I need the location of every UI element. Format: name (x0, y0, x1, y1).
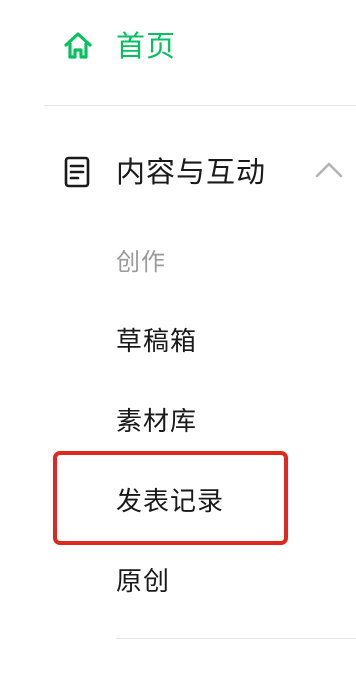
divider (44, 105, 356, 106)
sidebar-item-home-label: 首页 (116, 29, 177, 63)
divider (116, 638, 356, 639)
sidebar-nav: 首页 内容与互动 创作 草稿箱 素材库 发表记录 原创 (0, 0, 356, 678)
sidebar-item-drafts[interactable]: 草稿箱 (116, 322, 197, 362)
sidebar-item-original[interactable]: 原创 (116, 562, 170, 602)
home-icon (62, 30, 94, 62)
sidebar-item-materials[interactable]: 素材库 (116, 402, 197, 442)
sidebar-item-home[interactable]: 首页 (62, 24, 176, 68)
section-title: 内容与互动 (116, 155, 267, 189)
document-icon (62, 155, 92, 189)
group-label-create: 创作 (116, 248, 166, 276)
section-content-interaction[interactable]: 内容与互动 (62, 148, 356, 196)
chevron-up-icon[interactable] (314, 160, 344, 180)
sidebar-item-publish-records[interactable]: 发表记录 (116, 482, 224, 522)
